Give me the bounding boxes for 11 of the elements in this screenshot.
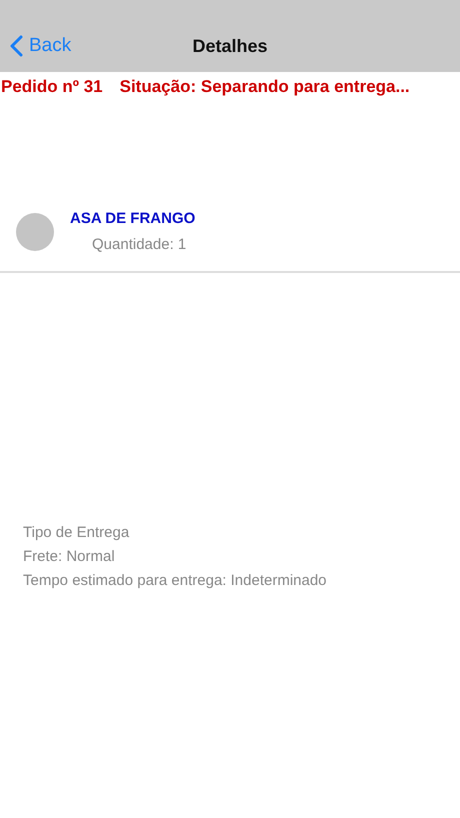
back-chevron-icon — [10, 35, 23, 57]
order-status: Situação: Separando para entrega... — [120, 76, 410, 98]
delivery-info: Tempo estimado para entrega: Indeterminado — [23, 570, 328, 590]
item-name: ASA DE FRANGO — [70, 208, 196, 228]
back-button[interactable]: Back — [0, 22, 72, 70]
screen-title: Detalhes — [192, 34, 268, 58]
delivery-info: Frete: Normal — [23, 546, 116, 566]
order-number: Pedido nº 31 — [1, 76, 103, 98]
item-quantity: Quantidade: 1 — [91, 235, 188, 255]
delivery-info: Tipo de Entrega — [23, 522, 130, 542]
item-image-placeholder — [16, 213, 54, 251]
